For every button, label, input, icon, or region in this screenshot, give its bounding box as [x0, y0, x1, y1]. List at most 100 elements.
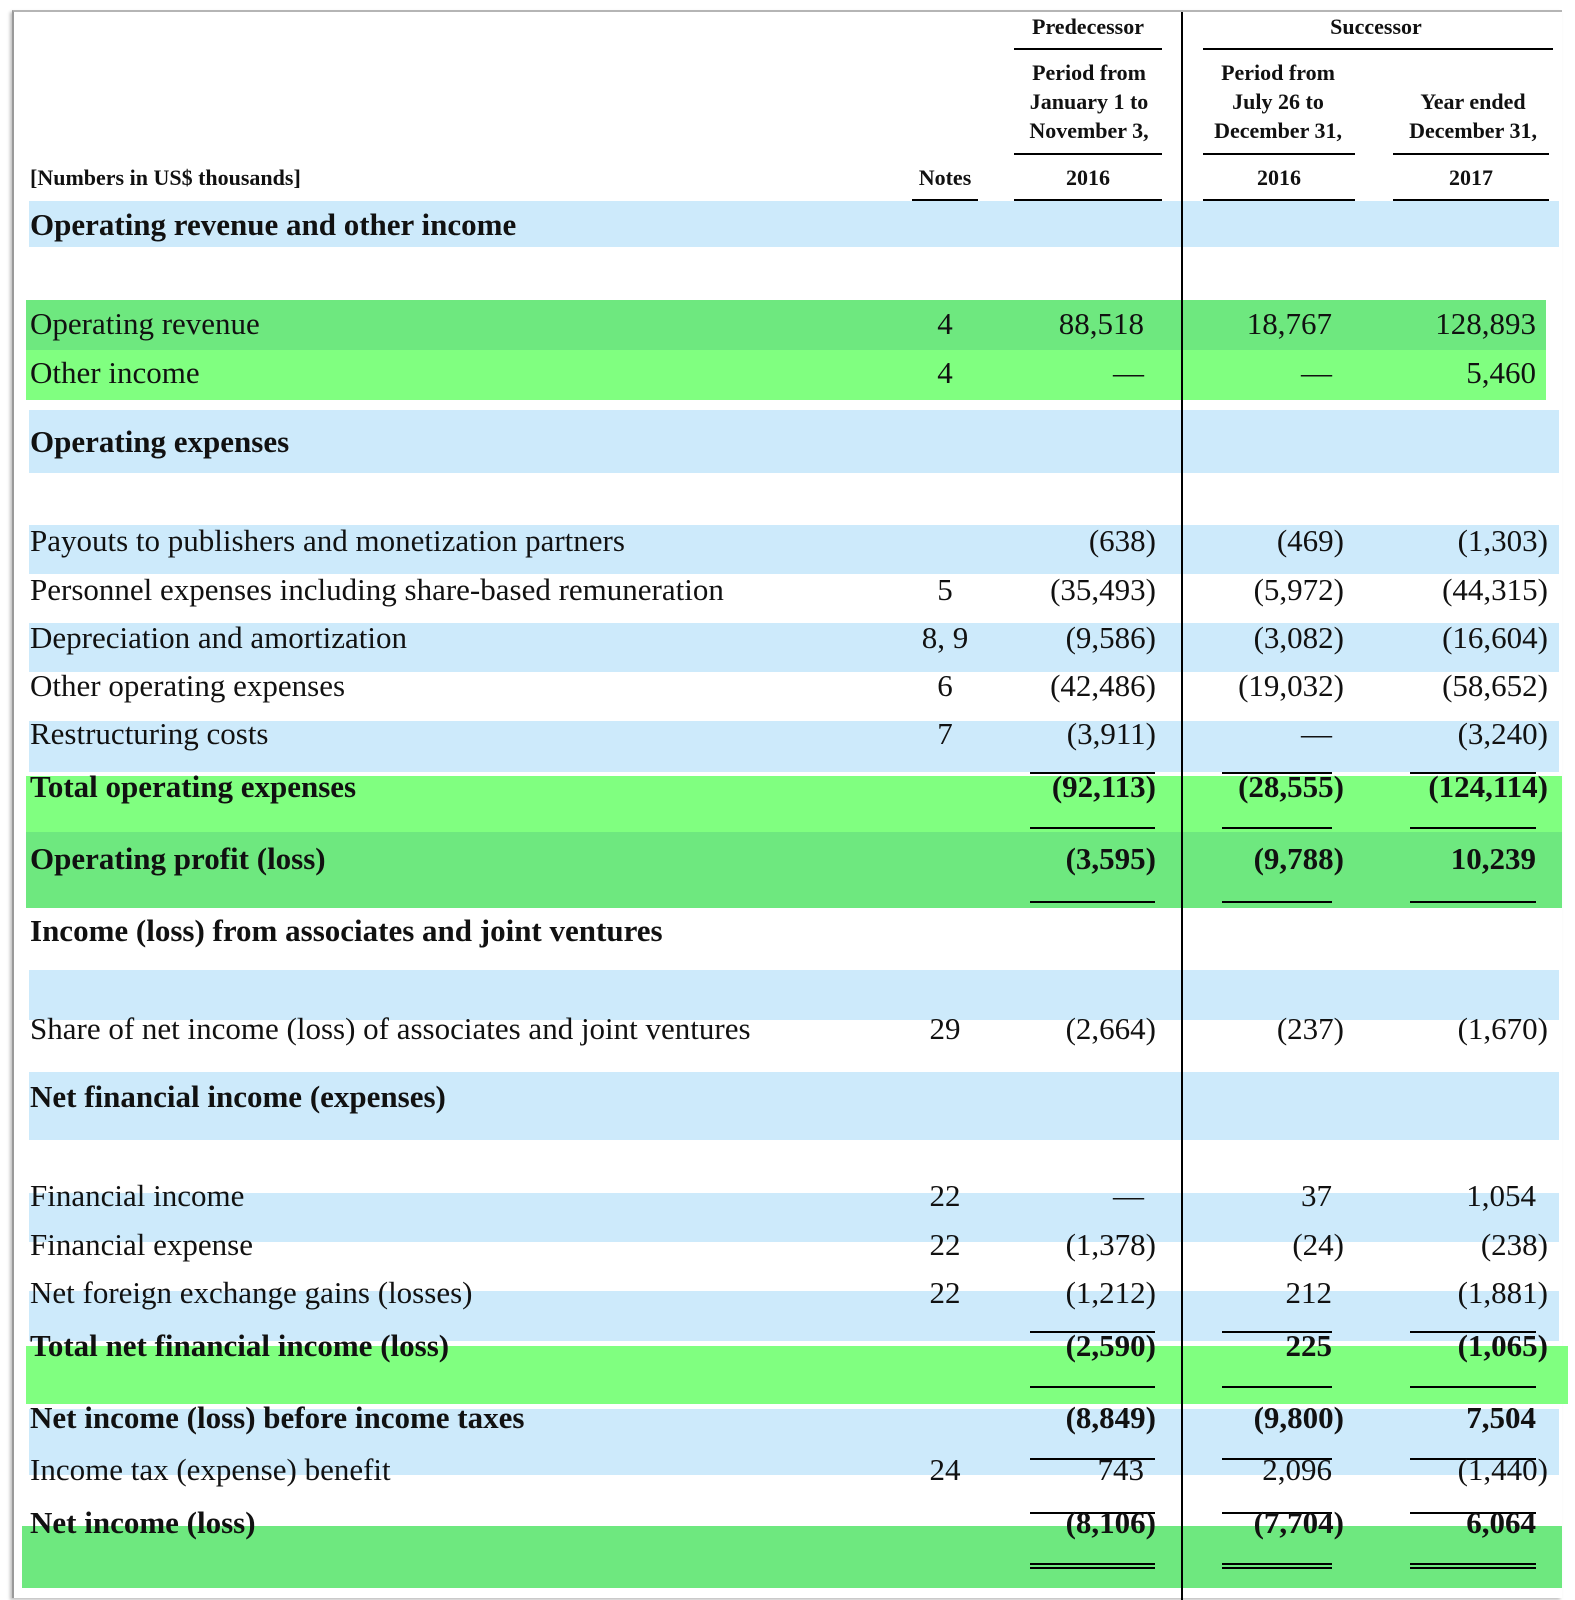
value-col1: (3,911) [1066, 716, 1156, 751]
row-label: Financial expense [30, 1227, 253, 1262]
predecessor-underline [1014, 48, 1162, 50]
value-col1: (1,378) [1065, 1227, 1156, 1262]
row-note: 4 [937, 306, 953, 341]
col3-line1: Year ended [1420, 89, 1526, 114]
row-label: Payouts to publishers and monetization p… [30, 523, 625, 558]
value-col3: (1,303) [1457, 523, 1548, 558]
value-col2: (9,788) [1253, 841, 1344, 876]
value-col1: (42,486) [1050, 668, 1156, 703]
total-opex-underline-col3 [1410, 827, 1536, 829]
row-note: 7 [937, 716, 953, 751]
value-col3: (58,652) [1442, 668, 1548, 703]
net-income-double-underline-col2 [1222, 1567, 1332, 1569]
value-col1: (8,849) [1065, 1400, 1156, 1435]
operating-profit-underline-col2 [1222, 901, 1332, 903]
row-note: 22 [929, 1227, 961, 1262]
net-income-double-underline-col3 [1410, 1567, 1536, 1569]
value-col2: (237) [1276, 1011, 1344, 1046]
col2-heading-underline [1203, 153, 1355, 155]
row-note: 5 [937, 572, 953, 607]
col3-heading-underline [1393, 153, 1549, 155]
predecessor-label: Predecessor [1032, 14, 1144, 39]
row-note: 4 [937, 355, 953, 390]
col2-year-underline [1203, 199, 1355, 201]
row-label: Operating profit (loss) [30, 841, 326, 876]
value-col2: (3,082) [1253, 620, 1344, 655]
value-col2: (7,704) [1253, 1505, 1344, 1540]
col1-heading-underline [1014, 153, 1162, 155]
row-label: Income tax (expense) benefit [30, 1452, 391, 1487]
value-col2: (5,972) [1253, 572, 1344, 607]
total-financial-underline-col1 [1030, 1386, 1155, 1388]
value-col3: 7,504 [1466, 1400, 1536, 1435]
units-label: [Numbers in US$ thousands] [30, 165, 301, 190]
value-col3: (44,315) [1442, 572, 1548, 607]
value-col1: (2,664) [1065, 1011, 1156, 1046]
row-label: Financial income [30, 1178, 245, 1213]
value-col1: 88,518 [1058, 306, 1144, 341]
col1-line3: November 3, [1029, 118, 1149, 143]
value-col1: (9,586) [1065, 620, 1156, 655]
row-note: 22 [929, 1178, 961, 1213]
value-col2: — [1301, 716, 1332, 751]
operating-profit-underline-col3 [1410, 901, 1536, 903]
value-col2: (28,555) [1238, 769, 1344, 804]
value-col2: (24) [1292, 1227, 1344, 1262]
row-note: 24 [929, 1452, 961, 1487]
row-note: 8, 9 [921, 620, 969, 655]
col1-line2: January 1 to [1029, 89, 1149, 114]
col1-heading: Period from January 1 to November 3, [1006, 58, 1172, 145]
notes-label: Notes [918, 165, 972, 190]
row-note: 22 [929, 1275, 961, 1310]
value-col3: (16,604) [1442, 620, 1548, 655]
total-opex-underline-col1 [1030, 827, 1155, 829]
col2-heading: Period from July 26 to December 31, [1194, 58, 1362, 145]
value-col2: 37 [1301, 1178, 1332, 1213]
net-income-underline-col3 [1410, 1563, 1536, 1565]
value-col3: (1,670) [1457, 1011, 1548, 1046]
col2-line1: Period from [1221, 60, 1335, 85]
col3-line2: December 31, [1409, 118, 1537, 143]
section-title: Net financial income (expenses) [30, 1079, 446, 1114]
row-note: 6 [937, 668, 953, 703]
column-divider [1181, 12, 1183, 1600]
row-label: Net income (loss) [30, 1505, 256, 1540]
col1-line1: Period from [1032, 60, 1146, 85]
value-col1: (8,106) [1065, 1505, 1156, 1540]
value-col1: 743 [1097, 1452, 1145, 1487]
col1-year: 2016 [1066, 165, 1110, 190]
value-col3: 5,460 [1466, 355, 1536, 390]
section-title: Operating expenses [30, 424, 290, 459]
value-col2: 212 [1285, 1275, 1333, 1310]
row-label: Net income (loss) before income taxes [30, 1400, 525, 1435]
value-col3: 1,054 [1466, 1178, 1536, 1213]
notes-underline [912, 199, 978, 201]
row-label: Net foreign exchange gains (losses) [30, 1275, 473, 1310]
row-label: Total net financial income (loss) [30, 1328, 450, 1363]
net-income-underline-col1 [1030, 1563, 1155, 1565]
successor-label: Successor [1330, 14, 1422, 39]
row-label: Other income [30, 355, 200, 390]
row-label: Personnel expenses including share-based… [30, 572, 724, 607]
value-col2: 18,767 [1246, 306, 1332, 341]
operating-profit-underline-col1 [1030, 901, 1155, 903]
value-col1: — [1113, 355, 1144, 390]
value-col2: (469) [1276, 523, 1344, 558]
value-col2: — [1301, 355, 1332, 390]
value-col3: (1,065) [1457, 1328, 1548, 1363]
value-col3: 6,064 [1466, 1505, 1536, 1540]
col3-heading: Year ended December 31, [1384, 87, 1562, 145]
value-col3: (238) [1480, 1227, 1548, 1262]
value-col3: (124,114) [1428, 769, 1548, 804]
value-col3: (1,881) [1457, 1275, 1548, 1310]
total-financial-underline-col3 [1410, 1386, 1536, 1388]
col2-line2: July 26 to [1232, 89, 1324, 114]
value-col2: (9,800) [1253, 1400, 1344, 1435]
row-label: Restructuring costs [30, 716, 269, 751]
row-note: 29 [929, 1011, 961, 1046]
value-col1: (2,590) [1065, 1328, 1156, 1363]
value-col2: (19,032) [1238, 668, 1344, 703]
section-title: Income (loss) from associates and joint … [30, 913, 663, 948]
value-col3: (3,240) [1457, 716, 1548, 751]
col3-year: 2017 [1449, 165, 1493, 190]
